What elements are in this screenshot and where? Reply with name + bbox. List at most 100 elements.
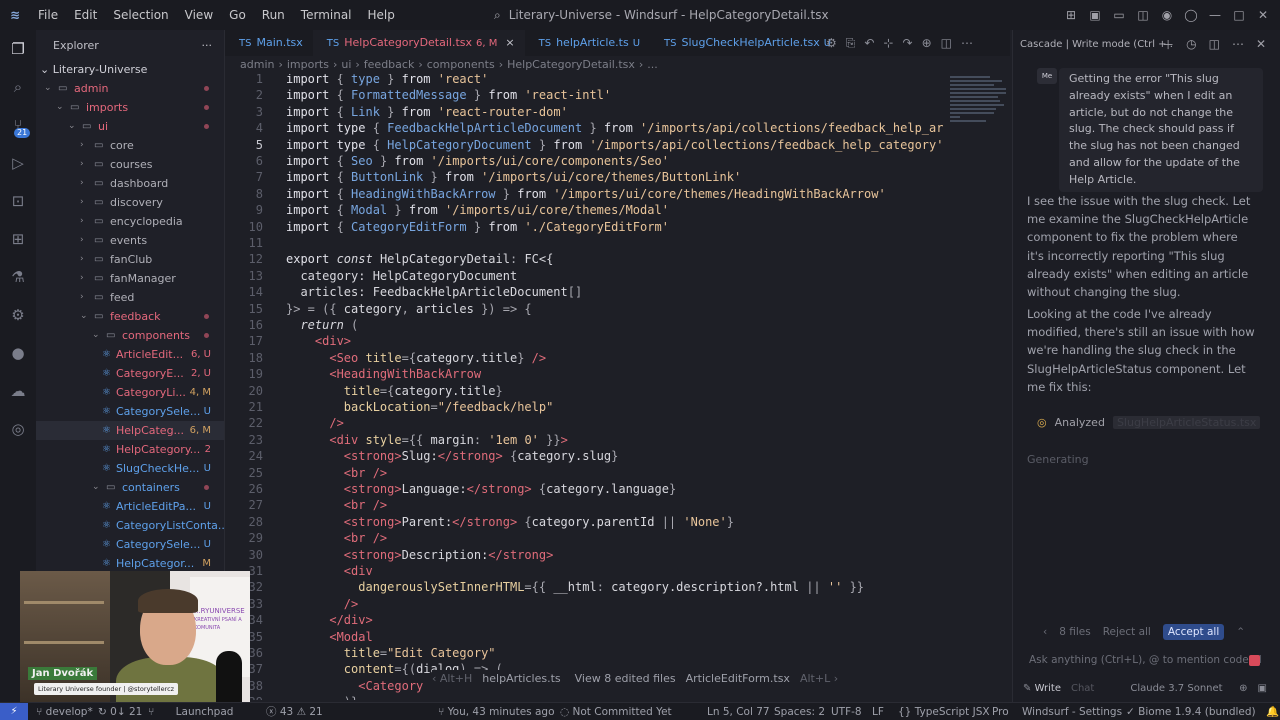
toggle-sidebar-icon[interactable]: ▣ xyxy=(1088,8,1102,22)
windsurf-icon[interactable]: ⚙ xyxy=(0,296,36,334)
problems-indicator[interactable]: ⓧ 43 ⚠ 21 xyxy=(266,703,323,720)
commit-status[interactable]: ◌ Not Committed Yet xyxy=(560,703,672,720)
windsurf-logo-icon[interactable]: ≋ xyxy=(0,8,30,22)
model-selector[interactable]: Claude 3.7 Sonnet xyxy=(1130,683,1222,694)
breadcrumb-item[interactable]: imports xyxy=(287,58,329,71)
tab-main-tsx[interactable]: TS Main.tsx xyxy=(225,30,313,56)
folder-item[interactable]: › ▭ encyclopedia xyxy=(36,212,224,231)
github-icon[interactable]: ● xyxy=(0,334,36,372)
tab-slugcheckhelparticle-tsx[interactable]: TS SlugCheckHelpArticle.tsx U xyxy=(650,30,841,56)
breadcrumb-item[interactable]: components xyxy=(427,58,495,71)
folder-item[interactable]: ⌄ ▭ ui xyxy=(36,117,224,136)
file-item[interactable]: ⚛ CategorySele... U xyxy=(36,402,224,421)
file-item[interactable]: ⚛ HelpCategory... 2 xyxy=(36,440,224,459)
plan-indicator[interactable]: Pro xyxy=(992,703,1009,720)
folder-item[interactable]: › ▭ events xyxy=(36,231,224,250)
cursor-position[interactable]: Ln 5, Col 77 xyxy=(707,703,770,720)
file-item[interactable]: ⚛ CategoryE... 2, U xyxy=(36,364,224,383)
prev-file-button[interactable]: ‹ Alt+H xyxy=(432,670,472,688)
close-window-icon[interactable]: ✕ xyxy=(1256,8,1270,22)
write-mode-toggle[interactable]: ✎ Write xyxy=(1023,683,1061,694)
menu-help[interactable]: Help xyxy=(360,0,403,30)
menu-go[interactable]: Go xyxy=(221,0,254,30)
breadcrumb-item[interactable]: feedback xyxy=(364,58,415,71)
file-item[interactable]: ⚛ SlugCheckHe... U xyxy=(36,459,224,478)
stop-generation-button[interactable] xyxy=(1249,655,1260,666)
next-file-button[interactable]: Alt+L › xyxy=(800,670,838,688)
split-editor-icon[interactable]: ◫ xyxy=(941,36,952,50)
go-forward-icon[interactable]: ↷ xyxy=(903,36,913,50)
folder-item[interactable]: › ▭ feed xyxy=(36,288,224,307)
tab-helparticle-ts[interactable]: TS helpArticle.ts U xyxy=(525,30,650,56)
folder-item[interactable]: ⌄ ▭ components xyxy=(36,326,224,345)
analyzed-file[interactable]: SlugHelpArticleStatus.tsx xyxy=(1112,416,1261,429)
toggle-panel-icon[interactable]: ▭ xyxy=(1112,8,1126,22)
new-chat-icon[interactable]: ＋ xyxy=(1162,36,1174,53)
view-edited-files-button[interactable]: View 8 edited files xyxy=(575,670,676,688)
breadcrumb-item[interactable]: ui xyxy=(341,58,351,71)
windsurf-settings[interactable]: Windsurf - Settings xyxy=(1022,703,1122,720)
window-title-search[interactable]: ⌕ Literary-Universe - Windsurf - HelpCate… xyxy=(494,0,829,30)
language-mode[interactable]: {} TypeScript JSX xyxy=(898,703,990,720)
more-actions-icon[interactable]: ⋯ xyxy=(961,36,973,50)
image-icon[interactable]: ▣ xyxy=(1258,683,1267,694)
chevron-left-icon[interactable]: ‹ xyxy=(1043,626,1047,638)
folder-item[interactable]: › ▭ courses xyxy=(36,155,224,174)
source-control-icon[interactable]: ⑂ 21 xyxy=(0,106,36,144)
mention-icon[interactable]: ⊕ xyxy=(1239,683,1247,694)
more-actions-icon[interactable]: ··· xyxy=(202,39,213,52)
project-root[interactable]: ⌄ Literary-Universe xyxy=(36,60,224,79)
next-edited-file[interactable]: ArticleEditForm.tsx xyxy=(686,670,790,688)
analyzed-step[interactable]: ◎ Analyzed SlugHelpArticleStatus.tsx xyxy=(1037,416,1261,429)
maximize-icon[interactable]: □ xyxy=(1232,8,1246,22)
encoding[interactable]: UTF-8 xyxy=(831,703,862,720)
sync-indicator[interactable]: ↻ 0↓ 21 xyxy=(98,703,142,720)
breadcrumb-item[interactable]: ... xyxy=(647,58,658,71)
extensions-icon[interactable]: ⊞ xyxy=(0,220,36,258)
code-editor[interactable]: 1 import { type } from 'react' 2 import { F… xyxy=(225,74,1010,700)
folder-item[interactable]: ⌄ ▭ admin xyxy=(36,79,224,98)
customize-layout-icon[interactable]: ⊞ xyxy=(1064,8,1078,22)
history-icon[interactable]: ◷ xyxy=(1186,37,1196,51)
menu-edit[interactable]: Edit xyxy=(66,0,105,30)
open-changes-icon[interactable]: ⎘ xyxy=(846,36,856,51)
folder-item[interactable]: › ▭ core xyxy=(36,136,224,155)
chevron-up-icon[interactable]: ⌃ xyxy=(1236,626,1245,638)
file-item[interactable]: ⚛ CategoryLi... 4, M xyxy=(36,383,224,402)
search-icon[interactable]: ⌕ xyxy=(0,68,36,106)
menu-terminal[interactable]: Terminal xyxy=(293,0,360,30)
split-icon[interactable]: ◫ xyxy=(1209,37,1220,51)
folder-item[interactable]: › ▭ dashboard xyxy=(36,174,224,193)
folder-item[interactable]: ⌄ ▭ imports xyxy=(36,98,224,117)
indentation[interactable]: Spaces: 2 xyxy=(774,703,825,720)
testing-icon[interactable]: ⚗ xyxy=(0,258,36,296)
prev-edited-file[interactable]: helpArticles.ts xyxy=(482,670,560,688)
line-ending[interactable]: LF xyxy=(872,703,884,720)
windsurf-icon[interactable]: ◉ xyxy=(1160,8,1174,22)
launchpad-button[interactable]: ⑂ Launchpad xyxy=(148,703,233,720)
menu-selection[interactable]: Selection xyxy=(105,0,176,30)
deploy-icon[interactable]: ◎ xyxy=(0,410,36,448)
file-item[interactable]: ⚛ HelpCateg... 6, M xyxy=(36,421,224,440)
folder-item[interactable]: › ▭ fanClub xyxy=(36,250,224,269)
file-item[interactable]: ⚛ ArticleEdit... 6, U xyxy=(36,345,224,364)
preview-icon[interactable]: ⊕ xyxy=(922,36,932,50)
folder-item[interactable]: › ▭ fanManager xyxy=(36,269,224,288)
close-icon[interactable]: ✕ xyxy=(1256,37,1266,51)
menu-file[interactable]: File xyxy=(30,0,66,30)
breadcrumb-item[interactable]: HelpCategoryDetail.tsx xyxy=(507,58,635,71)
chat-mode-toggle[interactable]: Chat xyxy=(1071,683,1094,694)
close-tab-icon[interactable]: × xyxy=(505,36,514,49)
reject-all-button[interactable]: Reject all xyxy=(1103,626,1151,638)
docker-icon[interactable]: ☁ xyxy=(0,372,36,410)
toggle-secondary-sidebar-icon[interactable]: ◫ xyxy=(1136,8,1150,22)
branch-indicator[interactable]: ⑂ develop* xyxy=(36,703,93,720)
file-item[interactable]: ⚛ CategoryListConta... xyxy=(36,516,224,535)
menu-view[interactable]: View xyxy=(177,0,221,30)
go-back-icon[interactable]: ↶ xyxy=(864,36,874,50)
folder-item[interactable]: ⌄ ▭ containers xyxy=(36,478,224,497)
biome-status[interactable]: ✓ Biome 1.9.4 (bundled) xyxy=(1126,703,1256,720)
tab-helpcategorydetail-tsx[interactable]: TS HelpCategoryDetail.tsx 6, M × xyxy=(312,30,525,56)
files-count[interactable]: 8 files xyxy=(1059,626,1090,638)
more-icon[interactable]: ⋯ xyxy=(1232,37,1244,51)
